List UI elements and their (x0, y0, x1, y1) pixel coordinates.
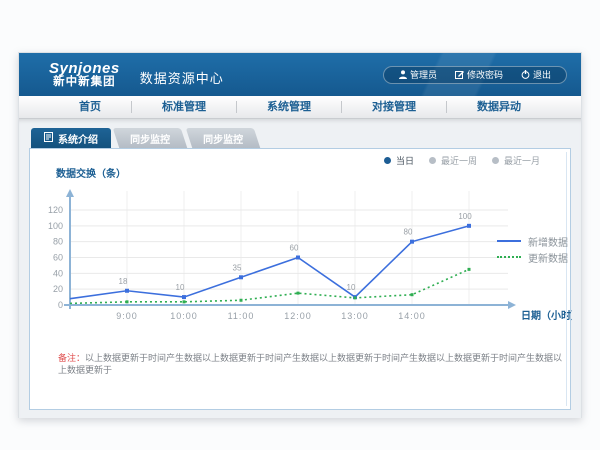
tab-system-intro[interactable]: 系统介绍 (31, 128, 111, 148)
svg-text:20: 20 (53, 284, 63, 294)
solid-line-icon (497, 240, 521, 242)
content-area: 系统介绍 同步监控 同步监控 0 20 40 60 80 100 120 9:00 10:00 1… (19, 119, 581, 418)
filter-label: 最近一月 (504, 154, 540, 167)
dotted-line-icon (497, 256, 521, 258)
svg-text:80: 80 (53, 237, 63, 247)
brand-name: Synjones (49, 61, 120, 77)
svg-text:35: 35 (233, 263, 242, 272)
filter-last-month[interactable]: 最近一月 (492, 154, 540, 167)
power-icon (521, 70, 530, 79)
radio-dot-icon (492, 157, 499, 164)
screenshot-canvas: Synjones 新中新集团 数据资源中心 管理员 修改密码 退出 (0, 0, 600, 450)
radio-dot-icon (384, 157, 391, 164)
nav-item-standard-management[interactable]: 标准管理 (132, 96, 236, 118)
company-logo: Synjones 新中新集团 (49, 61, 120, 89)
svg-text:13:00: 13:00 (341, 311, 369, 321)
svg-text:80: 80 (404, 228, 413, 237)
tab-label: 同步监控 (130, 131, 170, 146)
edit-icon (455, 70, 464, 79)
legend-item-new-data: 新增数据 (497, 233, 568, 249)
tab-sync-monitor-2[interactable]: 同步监控 (186, 128, 260, 148)
tab-label: 同步监控 (203, 131, 243, 146)
user-toolbar: 管理员 修改密码 退出 (383, 66, 567, 84)
svg-text:60: 60 (290, 244, 299, 253)
admin-user-label: 管理员 (410, 68, 437, 81)
filter-label: 最近一周 (441, 154, 477, 167)
svg-text:60: 60 (53, 253, 63, 263)
footnote-text: 以上数据更新于时间产生数据以上数据更新于时间产生数据以上数据更新于时间产生数据以… (58, 353, 562, 375)
svg-text:18: 18 (119, 277, 128, 286)
svg-text:100: 100 (458, 212, 472, 221)
svg-text:14:00: 14:00 (398, 311, 426, 321)
logout-button[interactable]: 退出 (512, 68, 560, 81)
document-icon (44, 132, 53, 145)
svg-text:12:00: 12:00 (284, 311, 312, 321)
legend-label: 新增数据 (528, 234, 568, 249)
footnote-label: 备注： (58, 353, 85, 363)
svg-text:0: 0 (58, 300, 63, 310)
change-password-label: 修改密码 (467, 68, 503, 81)
change-password-button[interactable]: 修改密码 (446, 68, 512, 81)
svg-text:10:00: 10:00 (170, 311, 198, 321)
admin-user-button[interactable]: 管理员 (390, 68, 446, 81)
tab-bar: 系统介绍 同步监控 同步监控 (31, 128, 581, 148)
chart-legend: 新增数据 更新数据 (497, 233, 568, 265)
main-nav: 首页 标准管理 系统管理 对接管理 数据异动 (19, 96, 581, 119)
svg-text:40: 40 (53, 268, 63, 278)
legend-label: 更新数据 (528, 250, 568, 265)
app-title: 数据资源中心 (140, 62, 224, 87)
logout-label: 退出 (533, 68, 551, 81)
time-range-filters: 当日 最近一周 最近一月 (384, 154, 540, 167)
user-icon (399, 70, 407, 79)
header-bar: Synjones 新中新集团 数据资源中心 管理员 修改密码 退出 (19, 53, 581, 96)
brand-chinese-name: 新中新集团 (49, 76, 120, 88)
radio-dot-icon (429, 157, 436, 164)
panel-inner-border (566, 152, 567, 406)
svg-text:120: 120 (48, 205, 63, 215)
tab-sync-monitor-1[interactable]: 同步监控 (113, 128, 187, 148)
nav-item-data-change[interactable]: 数据异动 (447, 96, 551, 118)
svg-text:9:00: 9:00 (116, 311, 138, 321)
filter-label: 当日 (396, 154, 414, 167)
svg-text:数据交换（条）: 数据交换（条） (56, 167, 126, 180)
tab-label: 系统介绍 (58, 131, 98, 146)
svg-text:日期（小时）: 日期（小时） (521, 309, 572, 322)
svg-text:10: 10 (347, 283, 356, 292)
nav-item-home[interactable]: 首页 (49, 96, 131, 118)
svg-text:100: 100 (48, 221, 63, 231)
legend-item-updated-data: 更新数据 (497, 249, 568, 265)
svg-text:10: 10 (176, 283, 185, 292)
footnote: 备注：以上数据更新于时间产生数据以上数据更新于时间产生数据以上数据更新于时间产生… (58, 352, 566, 376)
filter-today[interactable]: 当日 (384, 154, 414, 167)
app-window: Synjones 新中新集团 数据资源中心 管理员 修改密码 退出 (18, 52, 582, 418)
filter-last-week[interactable]: 最近一周 (429, 154, 477, 167)
chart-panel: 0 20 40 60 80 100 120 9:00 10:00 11:00 12:00 13:00 1… (29, 148, 571, 410)
nav-item-interface-management[interactable]: 对接管理 (342, 96, 446, 118)
nav-item-system-management[interactable]: 系统管理 (237, 96, 341, 118)
svg-text:11:00: 11:00 (228, 311, 255, 321)
